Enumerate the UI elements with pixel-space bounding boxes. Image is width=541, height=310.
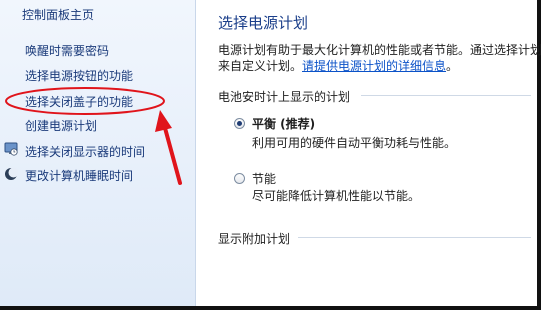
page-title: 选择电源计划 — [218, 14, 309, 32]
monitor-clock-icon — [4, 142, 18, 156]
balanced-plan-description: 利用可用的硬件自动平衡功耗与性能。 — [252, 136, 457, 150]
description-line-1: 电源计划有助于最大化计算机的性能或者节能。通过选择计划 — [218, 43, 541, 57]
show-additional-plans-label[interactable]: 显示附加计划 — [218, 230, 290, 247]
radio-selected-dot — [237, 121, 242, 126]
sidebar-item-lid-close[interactable]: 选择关闭盖子的功能 — [25, 93, 133, 110]
power-saver-plan-name[interactable]: 节能 — [252, 170, 276, 187]
plan-details-link[interactable]: 请提供电源计划的详细信息 — [302, 59, 446, 73]
balanced-plan-name[interactable]: 平衡 (推荐) — [252, 115, 315, 132]
power-saver-radio[interactable] — [234, 173, 245, 184]
sidebar-item-require-password[interactable]: 唤醒时需要密码 — [25, 42, 109, 59]
sidebar-item-power-button[interactable]: 选择电源按钮的功能 — [25, 67, 133, 84]
sidebar-item-display-off-time[interactable]: 选择关闭显示器的时间 — [25, 143, 145, 160]
battery-meter-section-label: 电池安时计上显示的计划 — [218, 90, 351, 104]
window-frame: 控制面板主页 唤醒时需要密码 选择电源按钮的功能 选择关闭盖子的功能 创建电源计… — [0, 0, 541, 310]
sidebar: 控制面板主页 唤醒时需要密码 选择电源按钮的功能 选择关闭盖子的功能 创建电源计… — [0, 0, 196, 306]
section-divider — [361, 95, 531, 96]
additional-divider — [298, 237, 531, 238]
main-content: 选择电源计划 电源计划有助于最大化计算机的性能或者节能。通过选择计划 来自定义计… — [196, 0, 541, 306]
sidebar-item-control-panel-home[interactable]: 控制面板主页 — [22, 6, 94, 23]
balanced-radio[interactable] — [234, 118, 245, 129]
moon-icon — [5, 167, 18, 180]
description-line-2: 来自定义计划。请提供电源计划的详细信息。 — [218, 57, 458, 74]
description-prefix: 来自定义计划。 — [218, 59, 303, 73]
sidebar-item-sleep-time[interactable]: 更改计算机睡眠时间 — [25, 167, 133, 184]
power-saver-plan-description: 尽可能降低计算机性能以节能。 — [252, 189, 421, 203]
sidebar-item-create-plan[interactable]: 创建电源计划 — [25, 117, 97, 134]
description-suffix: 。 — [446, 59, 459, 73]
